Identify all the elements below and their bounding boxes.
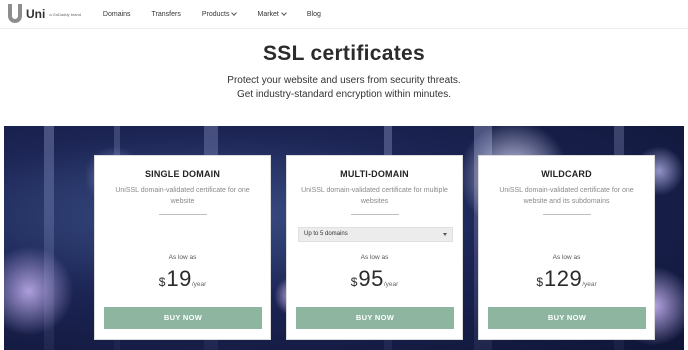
price-period: /year	[383, 281, 399, 288]
subtitle-line-1: Protect your website and users from secu…	[227, 75, 461, 86]
nav-link-market[interactable]: Market	[257, 10, 287, 18]
nav-link-blog[interactable]: Blog	[307, 11, 321, 18]
as-low-as-label: As low as	[360, 254, 389, 261]
price-amount: 129	[544, 266, 583, 291]
logo-subtext: a GoDaddy brand	[49, 11, 81, 17]
currency-symbol: $	[158, 275, 166, 289]
buy-now-button[interactable]: BUY NOW	[296, 307, 454, 329]
top-nav: Uni a GoDaddy brand Domains Transfers Pr…	[0, 0, 688, 29]
price: $ 95 /year	[287, 266, 462, 292]
pricing-card-multi-domain: MULTI-DOMAIN UniSSL domain-validated cer…	[286, 155, 463, 340]
price: $ 129 /year	[479, 266, 654, 292]
domain-count-value: Up to 5 domains	[304, 231, 348, 237]
buy-now-button[interactable]: BUY NOW	[488, 307, 646, 329]
divider	[159, 214, 207, 215]
nav-links: Domains Transfers Products Market Blog	[103, 10, 342, 18]
price-amount: 19	[166, 266, 192, 291]
price-amount: 95	[358, 266, 384, 291]
card-title: MULTI-DOMAIN	[340, 169, 409, 179]
pricing-card-single-domain: SINGLE DOMAIN UniSSL domain-validated ce…	[94, 155, 271, 340]
divider	[351, 214, 399, 215]
page-subtitle: Protect your website and users from secu…	[0, 74, 688, 102]
card-description: UniSSL domain-validated certificate for …	[499, 187, 634, 205]
domain-count-select[interactable]: Up to 5 domains	[298, 227, 453, 242]
card-description: UniSSL domain-validated certificate for …	[115, 187, 250, 205]
card-title: WILDCARD	[541, 169, 592, 179]
nav-link-transfers[interactable]: Transfers	[152, 11, 181, 18]
as-low-as-label: As low as	[552, 254, 581, 261]
nav-link-domains[interactable]: Domains	[103, 11, 131, 18]
buy-now-button[interactable]: BUY NOW	[104, 307, 262, 329]
card-title: SINGLE DOMAIN	[144, 169, 221, 179]
chevron-down-icon	[281, 10, 287, 16]
price-period: /year	[191, 281, 207, 288]
currency-symbol: $	[350, 275, 358, 289]
price: $ 19 /year	[95, 266, 270, 292]
chevron-down-icon	[231, 10, 238, 16]
card-description: UniSSL domain-validated certificate for …	[301, 187, 448, 205]
currency-symbol: $	[536, 275, 543, 289]
page-title: SSL certificates	[263, 42, 425, 65]
logo[interactable]: Uni a GoDaddy brand	[8, 4, 81, 24]
pricing-card-wildcard: WILDCARD UniSSL domain-validated certifi…	[478, 155, 655, 340]
subtitle-line-2: Get industry-standard encryption within …	[237, 89, 451, 100]
divider	[543, 214, 591, 215]
logo-text: Uni	[26, 7, 46, 21]
nav-link-products[interactable]: Products	[202, 10, 238, 18]
caret-down-icon	[443, 233, 447, 236]
as-low-as-label: As low as	[168, 254, 197, 261]
price-period: /year	[582, 281, 597, 288]
uni-logo-icon	[8, 4, 22, 24]
